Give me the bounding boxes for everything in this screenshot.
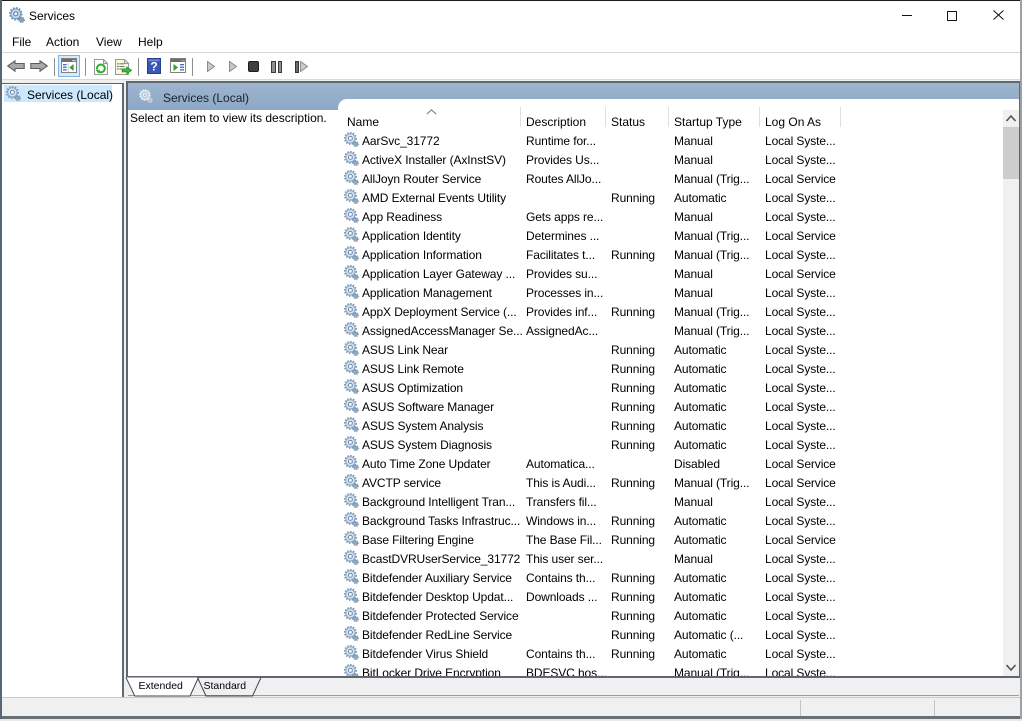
svg-text:?: ?: [150, 60, 157, 74]
